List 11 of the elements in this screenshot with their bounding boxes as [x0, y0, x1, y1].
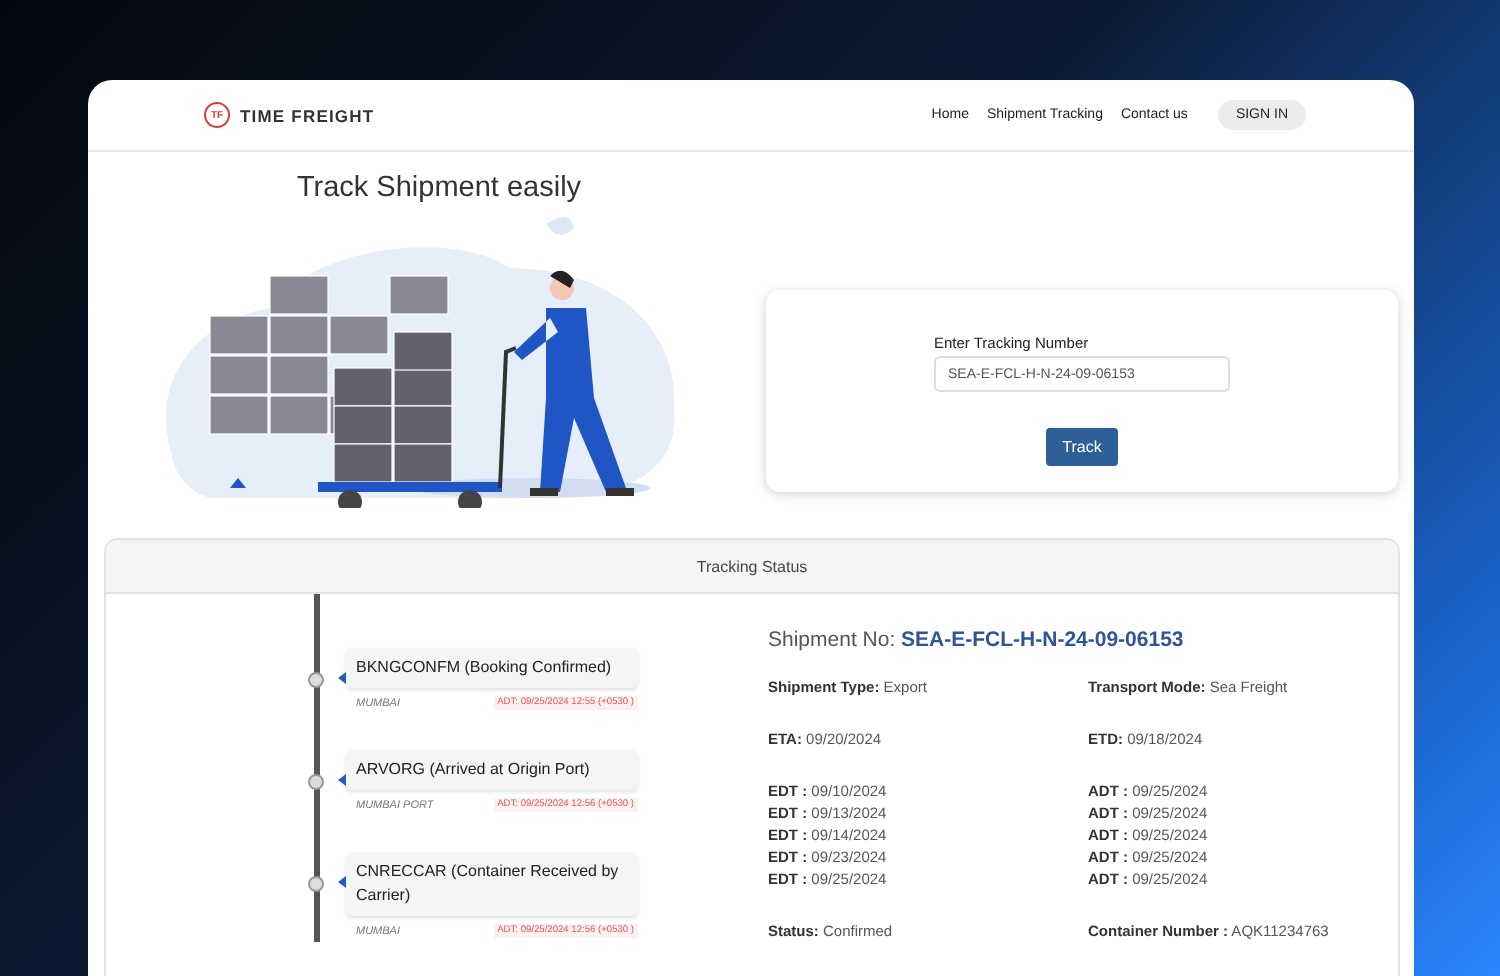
- event-status: BKNGCONFM (Booking Confirmed): [346, 648, 638, 688]
- hero-title: Track Shipment easily: [296, 172, 582, 204]
- timeline-dot: [308, 774, 324, 790]
- event-status: CNRECCAR (Container Received by Carrier): [346, 852, 638, 916]
- shipment-number: Shipment No: SEA-E-FCL-H-N-24-09-06153: [768, 628, 1186, 652]
- track-button[interactable]: Track: [1046, 428, 1118, 466]
- panel-title: Tracking Status: [106, 540, 1398, 594]
- event-status: ARVORG (Arrived at Origin Port): [346, 750, 638, 790]
- brand-name: TIME FREIGHT: [240, 105, 375, 125]
- timeline-dot: [308, 672, 324, 688]
- timeline-dot: [308, 876, 324, 892]
